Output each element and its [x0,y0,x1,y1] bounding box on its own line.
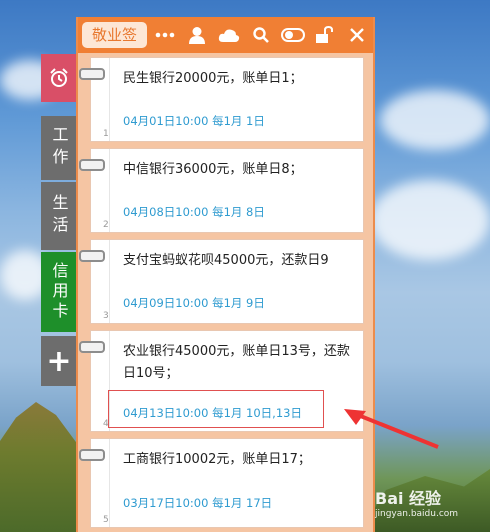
tab-credit-card[interactable]: 信用卡 [41,252,77,332]
divider [109,149,110,232]
note-text: 民生银行20000元，账单日1； [123,71,303,86]
note-reminder: 04月01日10:00 每1月 1日 [123,114,265,128]
note-reminder: 03月17日10:00 每1月 17日 [123,496,273,510]
paperclip-icon [79,250,105,262]
divider [109,240,110,323]
tab-work-label: 工作 [49,126,69,170]
tab-credit-card-label: 信用卡 [49,262,69,322]
note-text: 支付宝蚂蚁花呗45000元，还款日9 [123,253,329,268]
note-index: 1 [103,129,109,139]
user-icon[interactable] [181,26,213,44]
annotation-highlight-box [108,390,324,428]
note-reminder: 04月09日10:00 每1月 9日 [123,296,265,310]
watermark-url: jingyan.baidu.com [375,509,459,519]
note-index: 3 [103,311,109,321]
note-index: 2 [103,220,109,230]
tab-life[interactable]: 生活 [41,182,77,250]
divider [109,439,110,527]
note-text: 工商银行10002元，账单日17； [123,452,311,467]
note-item[interactable]: 1 民生银行20000元，账单日1； 04月01日10:00 每1月 1日 [79,57,364,142]
tab-work[interactable]: 工作 [41,116,77,180]
lock-icon[interactable] [309,26,341,44]
watermark: Bai 经验 jingyan.baidu.com [375,485,458,519]
alarm-tab[interactable] [41,54,77,102]
add-tab-button[interactable]: + [41,336,77,386]
search-icon[interactable] [245,26,277,44]
title-bar: 敬业签 [78,17,373,53]
plus-icon: + [46,343,72,379]
paperclip-icon [79,68,105,80]
note-item[interactable]: 2 中信银行36000元，账单日8； 04月08日10:00 每1月 8日 [79,148,364,233]
note-index: 5 [103,515,109,525]
annotation-arrow [344,409,439,449]
paperclip-icon [79,449,105,461]
note-text: 农业银行45000元，账单日13号，还款日10号； [123,344,350,381]
cloud [380,90,490,150]
watermark-brand: Bai 经验 [375,489,442,508]
mountain [0,402,80,532]
close-icon[interactable] [341,26,373,44]
cloud [370,180,490,260]
note-window: 敬业签 1 民生银行20000元，账单日1； 04月01日10:00 每1月 1… [76,17,375,532]
cloud-icon[interactable] [213,26,245,44]
toggle-icon[interactable] [277,26,309,44]
divider [109,58,110,141]
note-reminder: 04月08日10:00 每1月 8日 [123,205,265,219]
alarm-icon [50,68,68,87]
note-item[interactable]: 3 支付宝蚂蚁花呗45000元，还款日9 04月09日10:00 每1月 9日 [79,239,364,324]
more-icon[interactable] [149,26,181,44]
app-title-button[interactable]: 敬业签 [82,22,147,48]
paperclip-icon [79,341,105,353]
paperclip-icon [79,159,105,171]
note-item[interactable]: 5 工商银行10002元，账单日17； 03月17日10:00 每1月 17日 [79,438,364,528]
note-text: 中信银行36000元，账单日8； [123,162,303,177]
tab-life-label: 生活 [49,194,69,238]
